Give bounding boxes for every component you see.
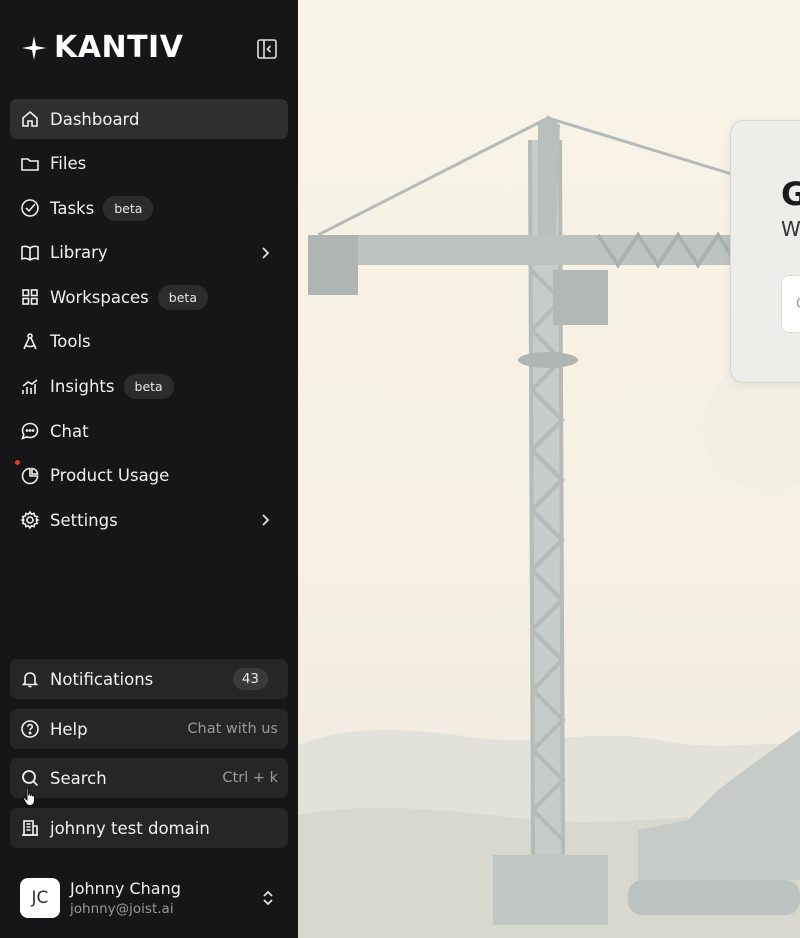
welcome-card: G W C <box>730 120 800 383</box>
nav-item-tasks[interactable]: Tasks beta <box>10 188 288 228</box>
help-circle-icon <box>19 718 41 740</box>
nav-item-insights[interactable]: Insights beta <box>10 367 288 407</box>
nav-item-product-usage[interactable]: Product Usage <box>10 456 288 496</box>
user-profile-switcher[interactable]: JC Johnny Chang johnny@joist.ai <box>20 876 288 920</box>
search-button[interactable]: Search Ctrl + k <box>10 758 288 798</box>
home-icon <box>19 108 41 130</box>
nav-item-tools[interactable]: Tools <box>10 322 288 362</box>
notification-dot <box>15 459 20 465</box>
notifications-button[interactable]: Notifications 43 <box>10 659 288 699</box>
domain-label: johnny test domain <box>50 818 210 838</box>
help-label: Help <box>50 719 88 739</box>
building-icon <box>19 817 41 839</box>
gear-icon <box>19 509 41 531</box>
nav-label-tools: Tools <box>50 332 91 352</box>
nav-label-files: Files <box>50 154 87 174</box>
beta-badge: beta <box>103 195 154 221</box>
sidebar-collapse-icon[interactable] <box>256 38 278 60</box>
welcome-title: G <box>781 175 800 213</box>
nav-item-workspaces[interactable]: Workspaces beta <box>10 277 288 317</box>
nav-label-settings: Settings <box>50 510 118 530</box>
folder-icon <box>19 153 41 175</box>
chevron-right-icon[interactable] <box>256 511 274 529</box>
domain-switcher[interactable]: johnny test domain <box>10 808 288 848</box>
construction-crane-illustration <box>298 115 800 938</box>
notification-count-badge: 43 <box>232 668 268 690</box>
bell-icon <box>19 668 41 690</box>
brand-logo[interactable]: KANTIV <box>20 30 183 65</box>
nav-item-files[interactable]: Files <box>10 144 288 184</box>
chart-icon <box>19 376 41 398</box>
nav-item-dashboard[interactable]: Dashboard <box>10 99 288 139</box>
chevron-right-icon[interactable] <box>256 244 274 262</box>
nav-label-library: Library <box>50 243 108 263</box>
user-name: Johnny Chang <box>70 879 181 898</box>
grid-icon <box>19 286 41 308</box>
notifications-label: Notifications <box>50 669 154 689</box>
nav-label-dashboard: Dashboard <box>50 109 140 129</box>
help-button[interactable]: Help Chat with us <box>10 709 288 749</box>
nav-label-product-usage: Product Usage <box>50 466 170 486</box>
nav-label-workspaces: Workspaces <box>50 287 149 307</box>
brand-name: KANTIV <box>54 30 184 65</box>
chevrons-up-down-icon[interactable] <box>258 888 278 908</box>
compass-icon <box>19 331 41 353</box>
check-circle-icon <box>19 197 41 219</box>
nav-label-insights: Insights <box>50 377 115 397</box>
welcome-subtitle: W <box>781 217 800 241</box>
avatar: JC <box>20 878 60 918</box>
book-icon <box>19 242 41 264</box>
chat-bubble-icon <box>19 420 41 442</box>
nav-item-chat[interactable]: Chat <box>10 411 288 451</box>
search-label: Search <box>50 768 107 788</box>
sidebar: KANTIV Dashboard Files Tasks beta Librar… <box>0 0 298 938</box>
nav-label-tasks: Tasks <box>50 198 95 218</box>
beta-badge: beta <box>157 284 208 310</box>
search-icon <box>19 767 41 789</box>
nav-label-chat: Chat <box>50 421 89 441</box>
nav-item-library[interactable]: Library <box>10 233 288 273</box>
user-info: Johnny Chang johnny@joist.ai <box>70 879 181 917</box>
user-email: johnny@joist.ai <box>70 901 174 917</box>
prompt-input[interactable]: C <box>781 275 800 333</box>
main-content: G W C <box>298 0 800 938</box>
main-nav: Dashboard Files Tasks beta Library Works… <box>10 99 288 545</box>
nav-item-settings[interactable]: Settings <box>10 500 288 540</box>
search-shortcut-hint: Ctrl + k <box>222 770 278 786</box>
hand-pointer-cursor-icon <box>22 787 35 806</box>
pie-chart-icon <box>19 465 41 487</box>
sparkle-logo-icon <box>22 35 46 60</box>
help-hint: Chat with us <box>187 721 278 737</box>
beta-badge: beta <box>123 374 174 400</box>
